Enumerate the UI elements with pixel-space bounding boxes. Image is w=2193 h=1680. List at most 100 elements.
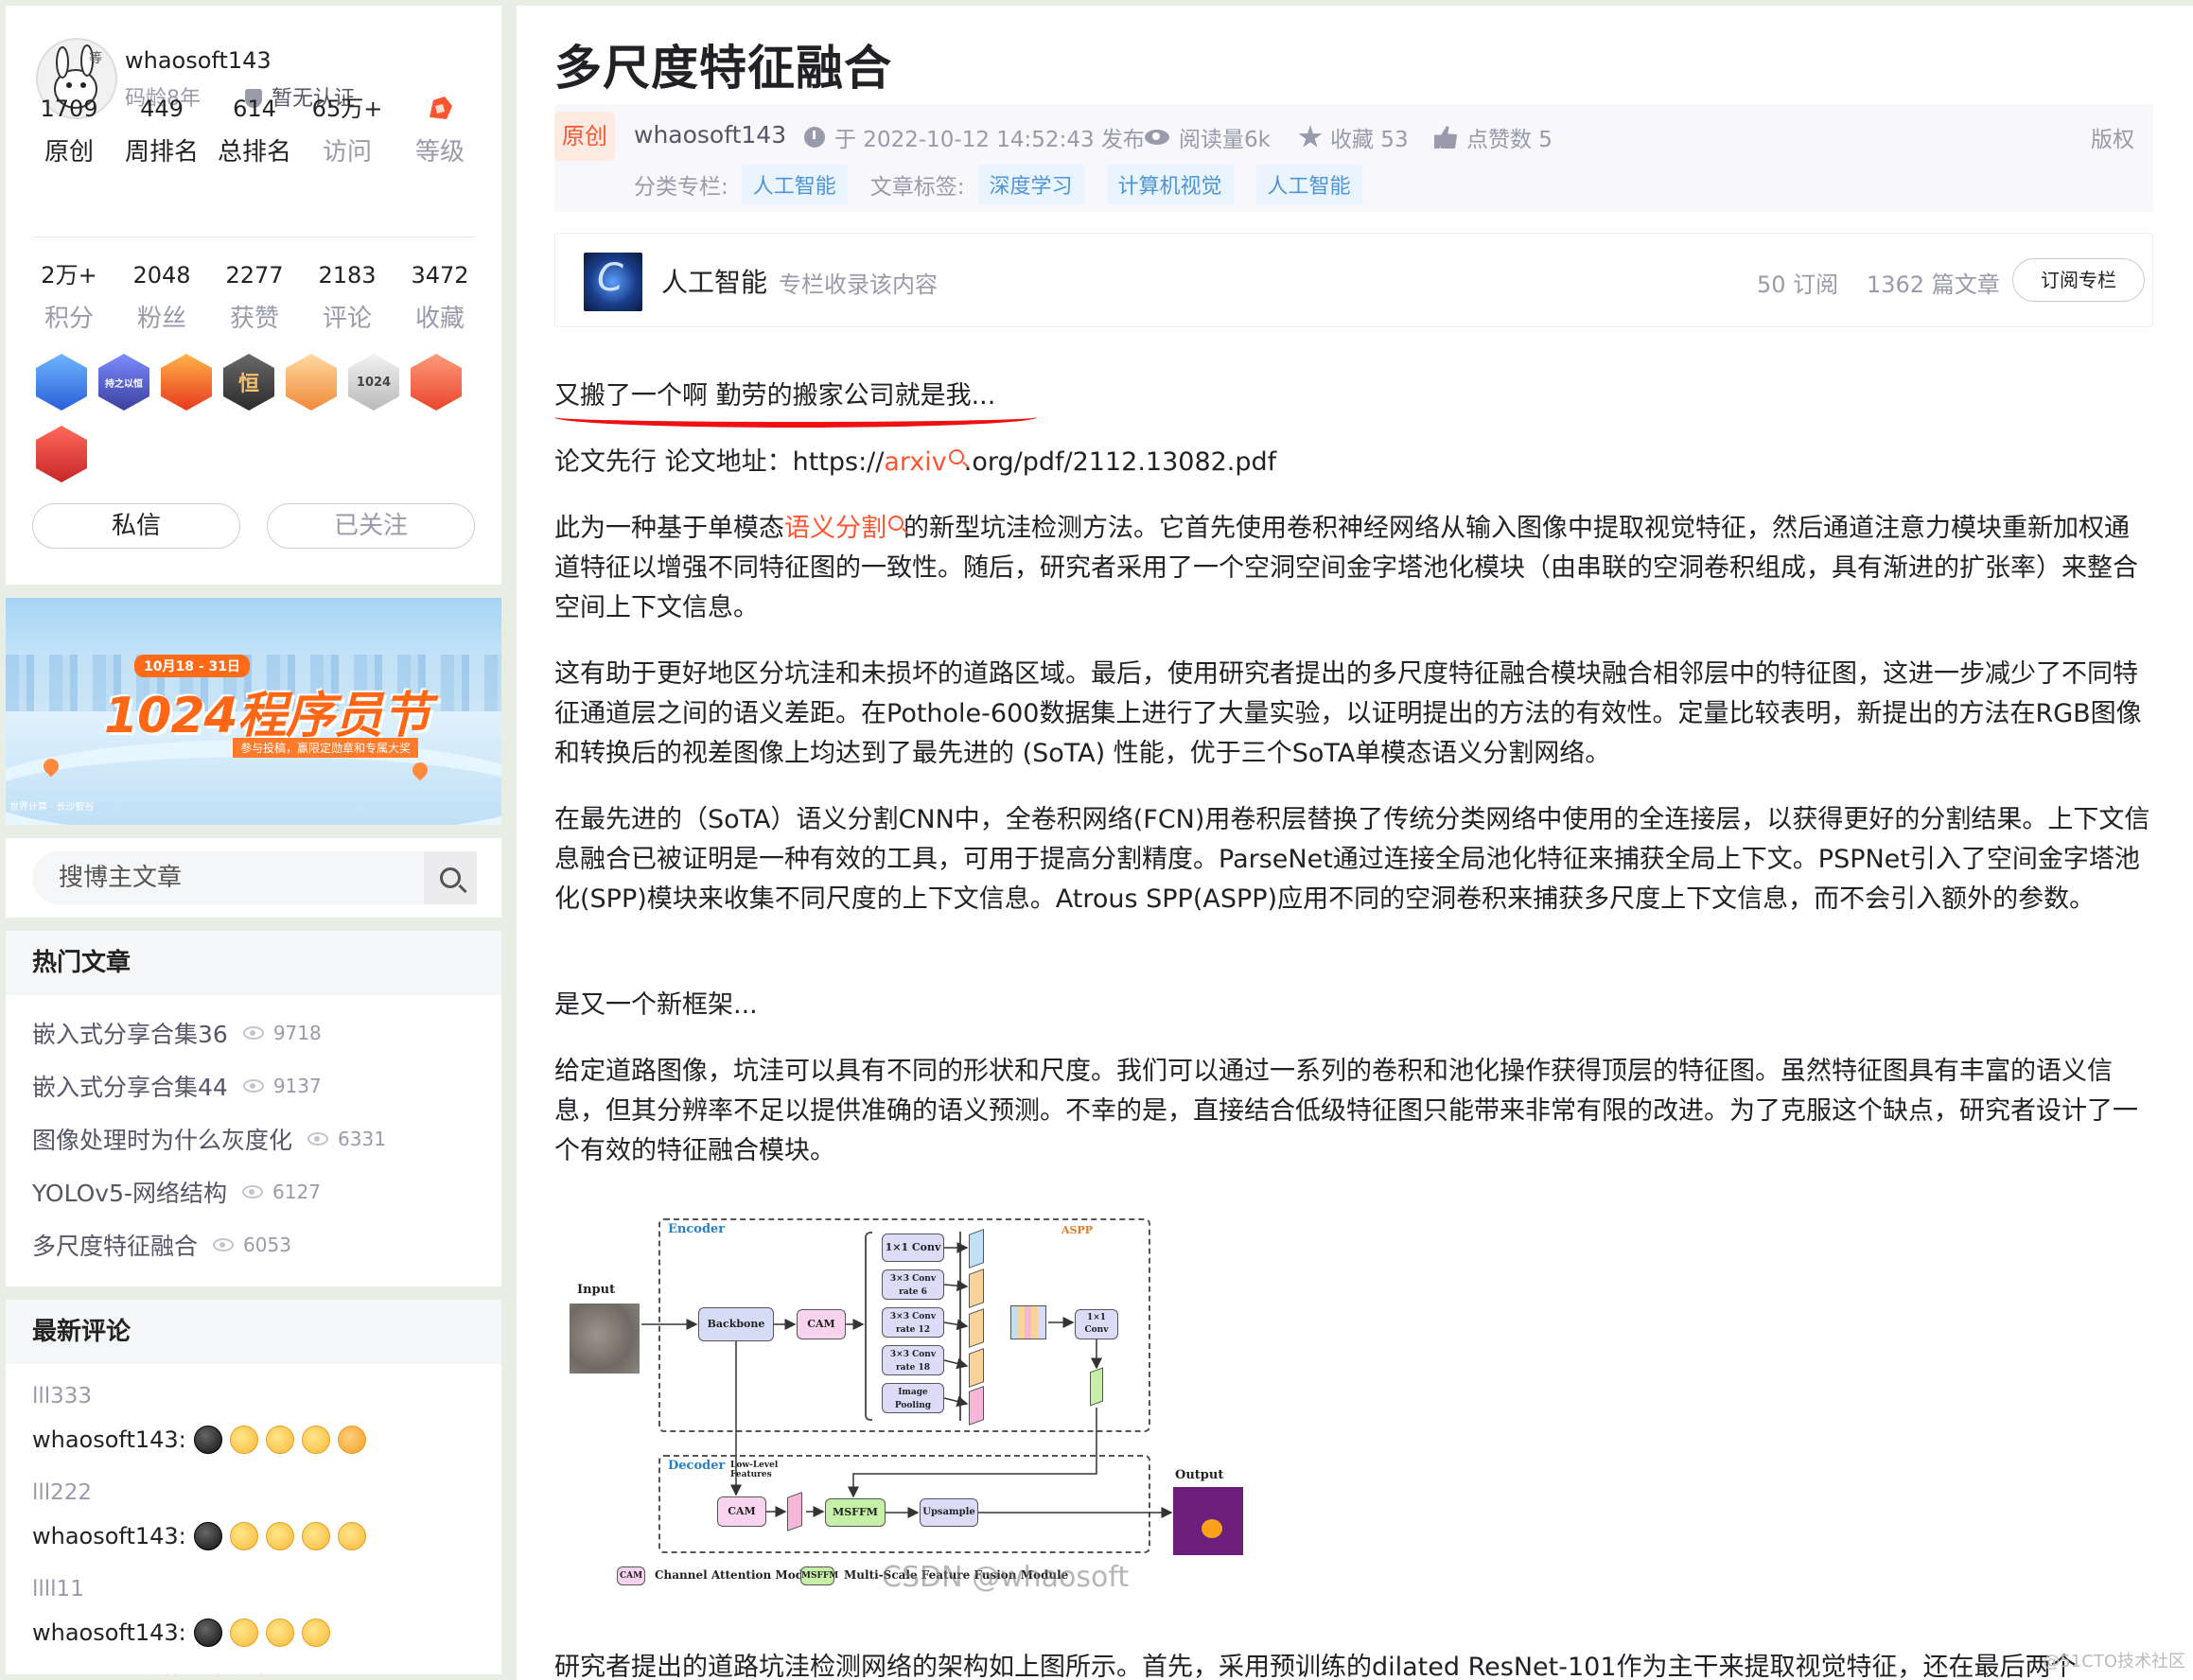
arxiv-link[interactable]: arxiv — [884, 447, 946, 477]
comment-article[interactable]: llll11 — [32, 1570, 501, 1608]
level-icon — [394, 93, 486, 125]
stat-comments[interactable]: 2183 评论 — [301, 259, 394, 334]
emoji-icon — [265, 1426, 294, 1454]
stat-total-rank[interactable]: 614 总排名 — [208, 93, 301, 167]
star-icon — [1298, 125, 1323, 148]
article-link[interactable]: 嵌入式分享合集44 — [32, 1069, 228, 1103]
stats-row-2: 2万+ 积分 2048 粉丝 2277 获赞 2183 评论 3472 收藏 — [6, 259, 501, 334]
semantic-segmentation-link[interactable]: 语义分割 — [784, 514, 886, 543]
article-tag[interactable]: 计算机视觉 — [1106, 165, 1234, 204]
copyright-link[interactable]: 版权 — [2091, 121, 2134, 153]
stat-label: 访问 — [322, 138, 372, 166]
search-icon[interactable] — [888, 516, 904, 531]
badge-icon[interactable]: 持之以恒 — [98, 354, 149, 411]
column-name[interactable]: 人工智能 — [661, 262, 767, 300]
eye-icon — [213, 1238, 235, 1251]
comment-article[interactable]: lll333 — [32, 1377, 501, 1415]
publish-time: 于 2022-10-12 14:52:43 发布 — [804, 121, 1145, 153]
stat-value: 2183 — [318, 262, 377, 289]
message-button[interactable]: 私信 — [32, 503, 240, 549]
hot-articles: 热门文章 嵌入式分享合集36 9718 嵌入式分享合集44 9137 图像处理时为什… — [6, 931, 501, 1286]
stat-label: 等级 — [414, 138, 465, 166]
author-link[interactable]: whaosoft143 — [634, 121, 786, 149]
read-count: 阅读量6k — [1145, 121, 1271, 153]
comment-text: whaosoft143: — [32, 1512, 501, 1561]
badge-icon[interactable]: 恒 — [223, 354, 274, 411]
stat-original[interactable]: 1709 原创 — [23, 93, 115, 167]
banner-corner-text: 世界计算 · 长沙智谷 — [9, 802, 95, 813]
badge-icon[interactable] — [161, 354, 212, 411]
stat-points[interactable]: 2万+ 积分 — [23, 259, 115, 334]
event-banner[interactable]: 10月18 - 31日 1024程序员节 参与投稿，赢限定勋章和专属大奖 世界计… — [6, 598, 501, 825]
stat-value: 3472 — [411, 262, 469, 289]
follow-button[interactable]: 已关注 — [267, 503, 475, 549]
emoji-icon — [301, 1426, 330, 1454]
stat-likes[interactable]: 2277 获赞 — [208, 259, 301, 334]
emoji-icon — [229, 1522, 258, 1550]
list-item[interactable]: 嵌入式分享合集36 9718 — [32, 1006, 501, 1059]
username[interactable]: whaosoft143 — [125, 47, 272, 74]
eye-icon — [1145, 130, 1169, 145]
category-tag[interactable]: 人工智能 — [741, 165, 848, 204]
eye-icon — [242, 1079, 264, 1093]
stat-value: 65万+ — [311, 96, 383, 122]
comment-author: whaosoft143: — [32, 1426, 186, 1453]
stat-label: 粉丝 — [136, 305, 186, 333]
article-link[interactable]: 多尺度特征融合 — [32, 1228, 198, 1262]
search-icon — [440, 867, 461, 888]
column-logo[interactable] — [584, 253, 642, 311]
list-item[interactable]: 嵌入式分享合集44 9137 — [32, 1059, 501, 1112]
stat-label: 收藏 — [414, 305, 465, 333]
article-link[interactable]: YOLOv5-网络结构 — [32, 1175, 227, 1209]
like-count[interactable]: 点赞数 5 — [1434, 121, 1553, 153]
emoji-icon — [265, 1619, 294, 1647]
badge-icon[interactable] — [36, 354, 87, 411]
article-main: 多尺度特征融合 原创 whaosoft143 于 2022-10-12 14:5… — [517, 6, 2193, 1680]
stat-level[interactable]: 等级 — [394, 93, 486, 167]
latest-comments: 最新评论 lll333 whaosoft143: lll222 whaosoft… — [6, 1300, 501, 1674]
search-button[interactable] — [424, 851, 477, 904]
badge-icon[interactable]: 1024 — [348, 354, 399, 411]
stat-visits[interactable]: 65万+ 访问 — [301, 93, 394, 167]
comment-article[interactable]: lll222 — [32, 1474, 501, 1512]
favorite-count[interactable]: 收藏 53 — [1298, 121, 1409, 153]
paragraph-5: 给定道路图像，坑洼可以具有不同的形状和尺度。我们可以通过一系列的卷积和池化操作获… — [554, 1057, 2138, 1165]
stat-value: 614 — [233, 96, 276, 122]
article-tag[interactable]: 深度学习 — [977, 165, 1084, 204]
stat-weekly-rank[interactable]: 449 周排名 — [115, 93, 208, 167]
like-count-text: 点赞数 5 — [1466, 128, 1553, 152]
stat-label: 周排名 — [124, 138, 199, 166]
architecture-diagram: Input Encoder ASPP Backbone CAM 1×1 Conv… — [570, 1218, 1279, 1597]
read-count-text: 阅读量6k — [1179, 128, 1271, 152]
comment-text: whaosoft143: — [32, 1415, 501, 1464]
badge-list: 持之以恒 恒 1024 — [36, 354, 481, 498]
subscribe-column-button[interactable]: 订阅专栏 — [2012, 258, 2145, 302]
search-icon[interactable] — [948, 449, 964, 464]
paper-prefix: 论文先行 论文地址：https:// — [554, 447, 885, 477]
stats-row-1: 1709 原创 449 周排名 614 总排名 65万+ 访问 等级 — [6, 93, 501, 167]
stat-fans[interactable]: 2048 粉丝 — [115, 259, 208, 334]
stat-favorites[interactable]: 3472 收藏 — [394, 259, 486, 334]
list-item[interactable]: 多尺度特征融合 6053 — [32, 1218, 501, 1271]
search-input[interactable] — [32, 851, 411, 904]
article-link[interactable]: 嵌入式分享合集36 — [32, 1016, 228, 1050]
emoji-icon — [265, 1522, 294, 1550]
paragraph-paper: 论文先行 论文地址：https://arxiv .org/pdf/2112.130… — [554, 443, 2153, 482]
legend-cam-swatch: CAM — [617, 1566, 645, 1585]
badge-icon[interactable] — [411, 354, 462, 411]
comment-article[interactable]: jetson nx 安装环境之坑 — [32, 1667, 501, 1674]
badge-icon[interactable] — [286, 354, 337, 411]
list-item[interactable]: 图像处理时为什么灰度化 6331 — [32, 1112, 501, 1165]
emoji-icon — [337, 1522, 366, 1550]
list-item[interactable]: YOLOv5-网络结构 6127 — [32, 1165, 501, 1218]
blog-search — [6, 838, 501, 918]
banner-title: 1024程序员节 — [104, 688, 431, 744]
thumbs-up-icon — [1434, 126, 1457, 149]
stat-label: 原创 — [44, 138, 94, 166]
divider — [32, 236, 475, 237]
article-link[interactable]: 图像处理时为什么灰度化 — [32, 1122, 292, 1156]
profile-card: 等 whaosoft143 码龄8年 暂无认证 1709 原创 449 周排名 61… — [6, 6, 501, 585]
article-tag[interactable]: 人工智能 — [1255, 165, 1362, 204]
emoji-icon — [229, 1426, 258, 1454]
badge-icon[interactable] — [36, 426, 87, 482]
